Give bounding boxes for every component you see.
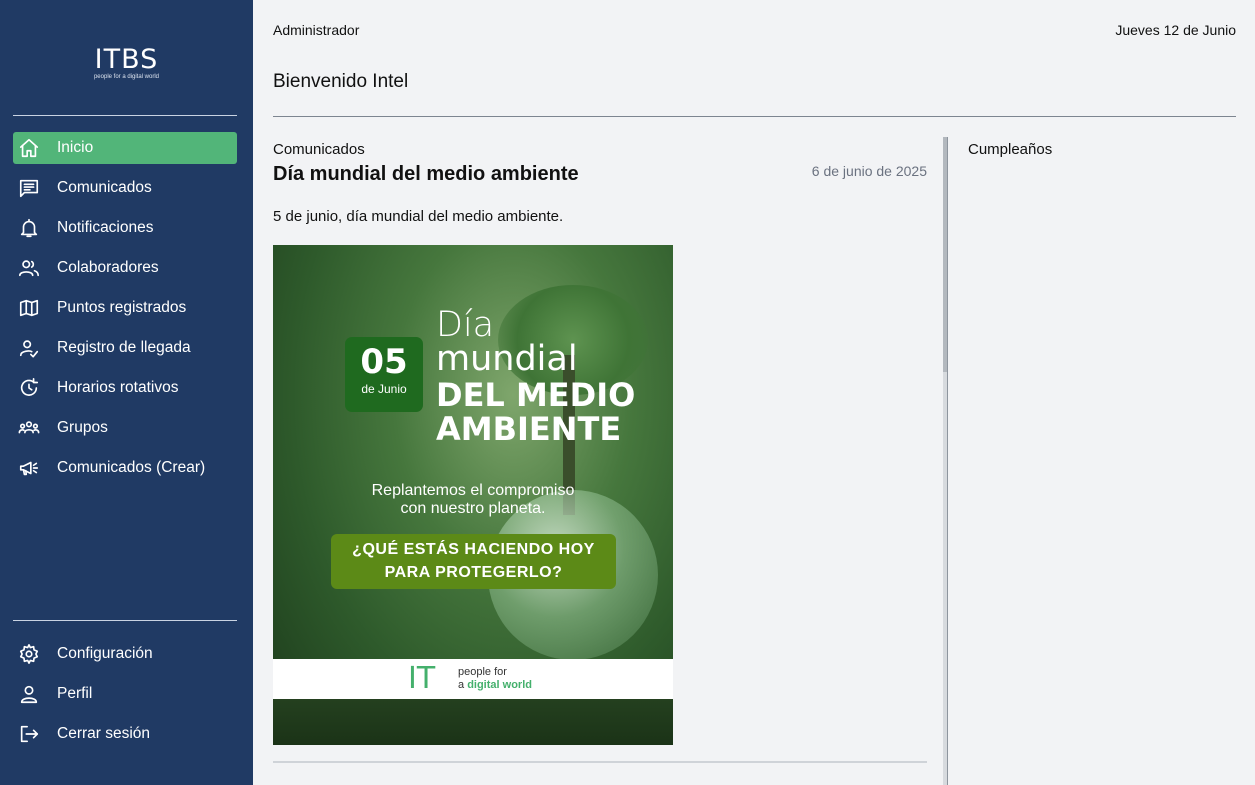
sidebar-item-horarios-rotativos[interactable]: Horarios rotativos [13, 372, 237, 404]
sidebar-item-cerrar-sesion[interactable]: Cerrar sesión [13, 718, 237, 750]
sidebar-item-label: Grupos [57, 419, 108, 436]
poster-headline-4: AMBIENTE [436, 410, 622, 448]
page-title: Bienvenido Intel [273, 71, 409, 92]
poster-footer-text-1: people for [458, 666, 507, 678]
birthdays-title: Cumpleaños [968, 141, 1053, 158]
message-icon [18, 177, 40, 199]
sidebar-item-label: Horarios rotativos [57, 379, 179, 396]
sidebar-divider-top [13, 115, 237, 116]
post-body: 5 de junio, día mundial del medio ambien… [273, 208, 564, 225]
sidebar-item-comunicados[interactable]: Comunicados [13, 172, 237, 204]
users-icon [18, 257, 40, 279]
poster-footer-logo: IT [408, 661, 436, 696]
user-icon [18, 683, 40, 705]
poster-headline-3: DEL MEDIO [436, 376, 636, 414]
sidebar-bottom-nav: Configuración Perfil Cerrar sesión [13, 638, 237, 758]
post-image[interactable]: 05 de Junio Día mundial DEL MEDIO AMBIEN… [273, 245, 673, 745]
poster-headline-2: mundial [436, 339, 578, 379]
section-title: Comunicados [273, 141, 365, 158]
badge-month: de Junio [361, 382, 407, 396]
sidebar-item-perfil[interactable]: Perfil [13, 678, 237, 710]
sidebar-item-registro-llegada[interactable]: Registro de llegada [13, 332, 237, 364]
sidebar-item-notificaciones[interactable]: Notificaciones [13, 212, 237, 244]
bell-icon [18, 217, 40, 239]
sidebar-item-label: Cerrar sesión [57, 725, 151, 742]
sidebar-item-label: Puntos registrados [57, 299, 187, 316]
poster-footer-text-2a: a [458, 679, 468, 691]
user-check-icon [18, 337, 40, 359]
logo-wordmark: ITBS [94, 44, 159, 75]
poster-headline-1: Día [436, 305, 495, 345]
sidebar: ITBS people for a digital world Inicio C… [0, 0, 253, 785]
home-icon [18, 137, 40, 159]
badge-day: 05 [360, 342, 408, 382]
sidebar-item-label: Comunicados [57, 179, 152, 196]
announcements-feed: Comunicados Día mundial del medio ambien… [273, 137, 927, 785]
logout-icon [18, 723, 40, 745]
poster-call-to-action: ¿QUÉ ESTÁS HACIENDO HOY PARA PROTEGERLO? [331, 534, 616, 589]
poster-subtitle: Replantemos el compromiso con nuestro pl… [273, 482, 673, 518]
poster-bottom-foliage [273, 699, 673, 745]
post-date: 6 de junio de 2025 [811, 163, 927, 179]
poster-cta-2: PARA PROTEGERLO? [384, 564, 563, 581]
company-logo[interactable]: ITBS people for a digital world [0, 44, 253, 81]
post-title: Día mundial del medio ambiente [273, 163, 579, 185]
user-role: Administrador [273, 22, 360, 38]
sidebar-item-colaboradores[interactable]: Colaboradores [13, 252, 237, 284]
sidebar-item-label: Inicio [57, 139, 94, 156]
poster-footer: IT people for a digital world [273, 659, 673, 699]
map-icon [18, 297, 40, 319]
sidebar-item-comunicados-crear[interactable]: Comunicados (Crear) [13, 452, 237, 484]
sidebar-item-configuracion[interactable]: Configuración [13, 638, 237, 670]
header-divider [273, 116, 1236, 117]
sidebar-item-label: Colaboradores [57, 259, 159, 276]
logo-tagline: people for a digital world [93, 74, 160, 80]
poster-footer-text-2: a digital world [458, 679, 532, 692]
poster-subtitle-1: Replantemos el compromiso [371, 482, 575, 499]
current-date: Jueves 12 de Junio [1115, 22, 1236, 38]
poster-footer-tagline: people for a digital world [458, 666, 532, 692]
sidebar-item-puntos-registrados[interactable]: Puntos registrados [13, 292, 237, 324]
poster-subtitle-2: con nuestro planeta. [400, 500, 546, 517]
sidebar-item-label: Configuración [57, 645, 153, 662]
date-badge: 05 de Junio [345, 337, 423, 412]
sidebar-item-inicio[interactable]: Inicio [13, 132, 237, 164]
sidebar-item-label: Registro de llegada [57, 339, 191, 356]
poster-footer-text-2b: digital world [467, 679, 532, 691]
megaphone-icon [18, 457, 40, 479]
main-content: Administrador Jueves 12 de Junio Bienven… [253, 0, 1255, 785]
poster-cta-1: ¿QUÉ ESTÁS HACIENDO HOY [352, 541, 595, 558]
column-divider [947, 137, 948, 785]
sidebar-item-grupos[interactable]: Grupos [13, 412, 237, 444]
sidebar-divider-bottom [13, 620, 237, 621]
sidebar-item-label: Comunicados (Crear) [57, 459, 206, 476]
sidebar-item-label: Notificaciones [57, 219, 154, 236]
post-separator [273, 761, 927, 763]
rotate-clock-icon [18, 377, 40, 399]
sidebar-item-label: Perfil [57, 685, 93, 702]
sidebar-nav: Inicio Comunicados Notificaciones Colabo… [13, 132, 237, 492]
group-icon [18, 417, 40, 439]
gear-icon [18, 643, 40, 665]
